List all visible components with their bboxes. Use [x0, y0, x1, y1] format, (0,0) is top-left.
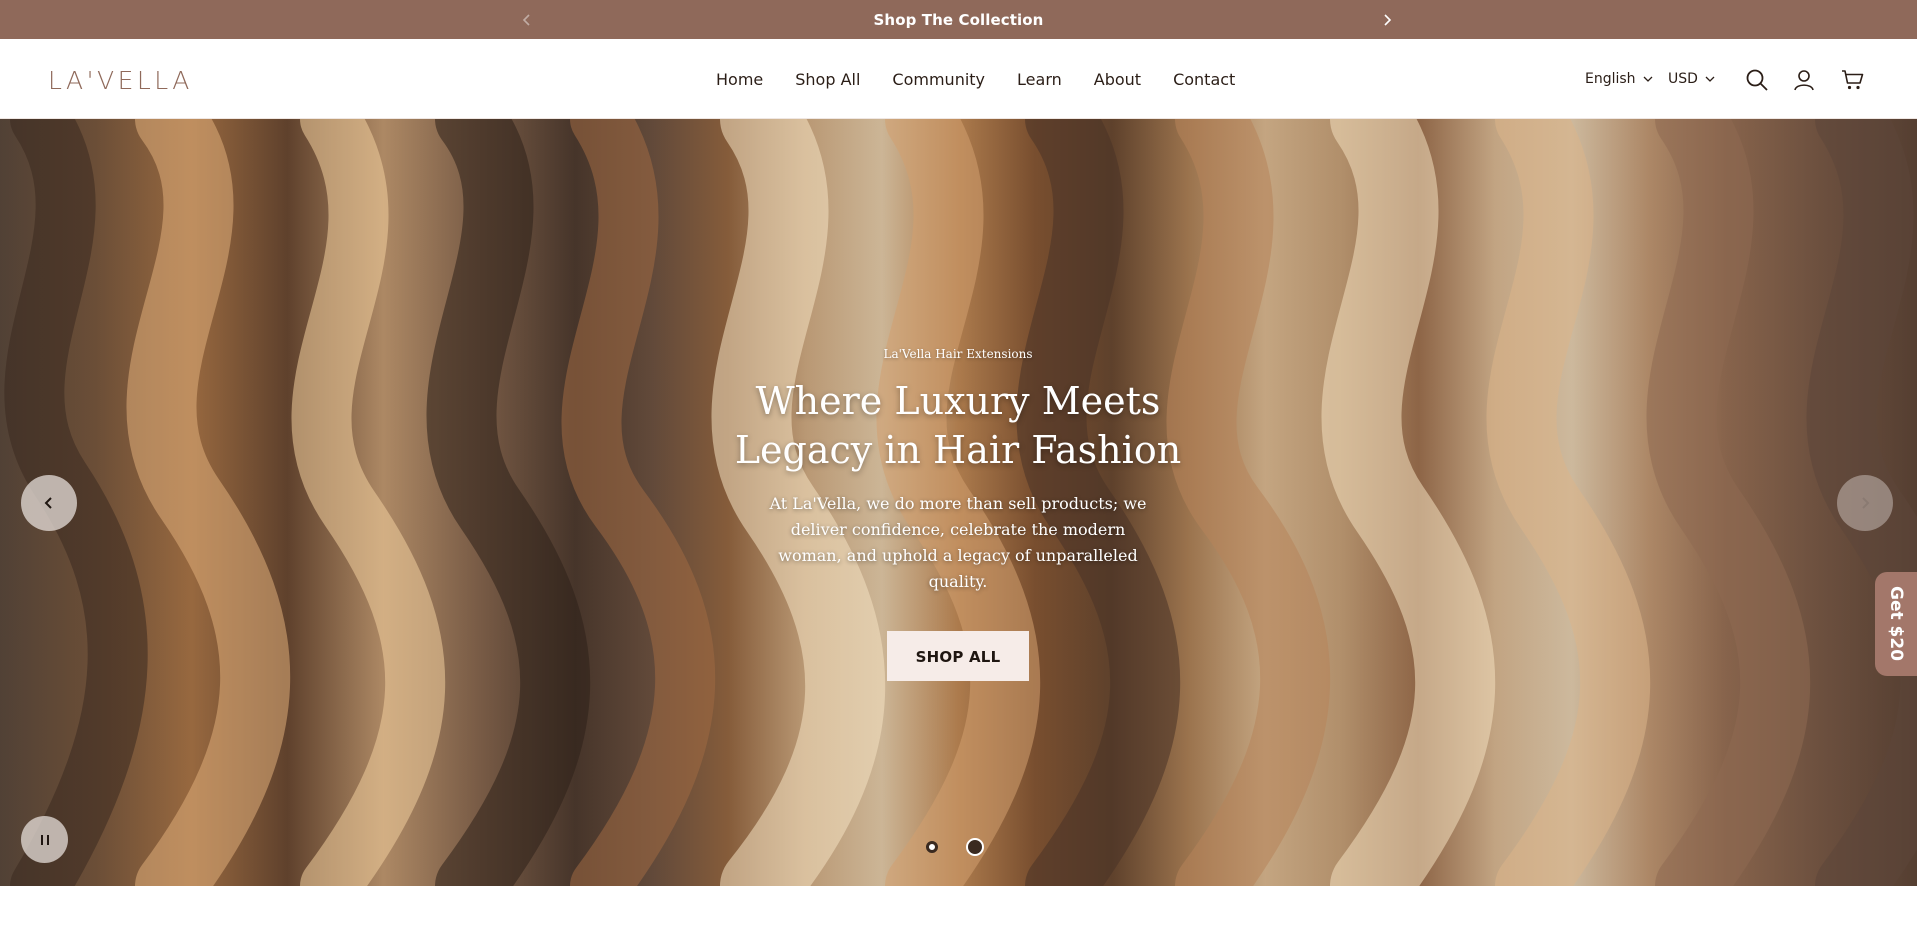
main-nav: Home Shop All Community Learn About Cont… [700, 39, 1251, 119]
user-icon [1794, 70, 1814, 91]
slide-dot-1[interactable] [926, 841, 938, 853]
shop-all-button[interactable]: SHOP ALL [887, 631, 1029, 681]
chevron-right-icon [1862, 497, 1870, 509]
language-label: English [1585, 71, 1636, 87]
chevron-down-icon [1705, 76, 1715, 82]
language-selector[interactable]: English [1585, 39, 1654, 119]
hero-subtext: At La'Vella, we do more than sell produc… [769, 494, 1147, 591]
slideshow-pause-button[interactable] [21, 816, 68, 863]
announcement-next-button[interactable] [1371, 0, 1403, 39]
hero-headline-line2: Legacy in Hair Fashion [734, 428, 1182, 472]
cart-button[interactable] [1840, 67, 1866, 93]
cart-icon [1842, 70, 1864, 90]
nav-learn[interactable]: Learn [1001, 70, 1078, 89]
currency-label: USD [1668, 71, 1698, 87]
announcement-message[interactable]: Shop The Collection [874, 11, 1044, 29]
nav-community[interactable]: Community [876, 70, 1001, 89]
slide-dot-2[interactable] [966, 838, 984, 856]
nav-contact[interactable]: Contact [1157, 70, 1251, 89]
slide-dots [926, 838, 984, 856]
hero-content: La'Vella Hair Extensions Where Luxury Me… [708, 347, 1208, 681]
pause-icon [40, 834, 49, 845]
get-20-promo-tab[interactable]: Get $20 [1875, 572, 1917, 676]
announcement-prev-button[interactable] [511, 0, 543, 39]
account-button[interactable] [1791, 67, 1817, 93]
hero-headline: Where Luxury Meets Legacy in Hair Fashio… [708, 377, 1208, 475]
hero-eyebrow: La'Vella Hair Extensions [883, 347, 1033, 361]
hero-slideshow: La'Vella Hair Extensions Where Luxury Me… [0, 119, 1917, 886]
nav-home[interactable]: Home [700, 70, 779, 89]
chevron-down-icon [1643, 76, 1653, 82]
slide-next-button[interactable] [1837, 475, 1893, 531]
nav-shop-all[interactable]: Shop All [779, 70, 876, 89]
slide-prev-button[interactable] [21, 475, 77, 531]
currency-selector[interactable]: USD [1668, 39, 1716, 119]
announcement-bar: Shop The Collection [0, 0, 1917, 39]
search-button[interactable] [1744, 67, 1770, 93]
get-20-label: Get $20 [1886, 586, 1906, 662]
site-header: LA'VELLA Home Shop All Community Learn A… [0, 39, 1917, 119]
chevron-left-icon [522, 13, 530, 26]
nav-about[interactable]: About [1078, 70, 1157, 89]
logo[interactable]: LA'VELLA [48, 65, 193, 95]
chevron-left-icon [44, 497, 52, 509]
search-icon [1746, 69, 1768, 91]
hero-headline-line1: Where Luxury Meets [755, 379, 1161, 423]
chevron-right-icon [1384, 13, 1392, 26]
